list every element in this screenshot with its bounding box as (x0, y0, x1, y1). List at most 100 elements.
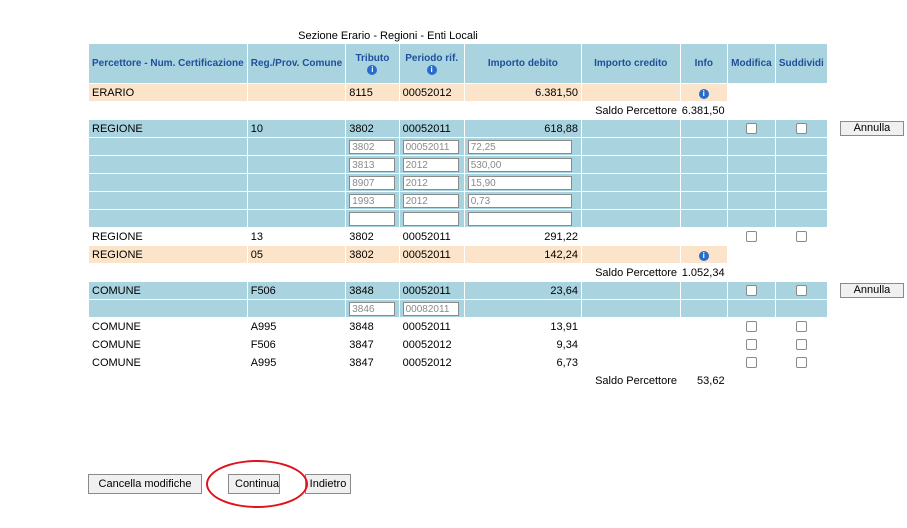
info-input[interactable] (679, 227, 729, 246)
cell-reg: A995 (246, 353, 347, 372)
cell-tributo: 3802 (345, 227, 400, 246)
header-tributo: Tributo i (345, 43, 400, 84)
table-row: REGIONE 05 3802 00052011 142,24 i (88, 245, 907, 264)
info-icon[interactable]: i (367, 64, 378, 75)
cell-reg: A995 (246, 317, 347, 336)
suddividi-checkbox[interactable] (795, 231, 807, 243)
saldo-row: Saldo Percettore 6.381,50 (88, 101, 907, 120)
saldo-label: Saldo Percettore (595, 266, 678, 279)
importo-input[interactable]: 0,73 (467, 193, 572, 208)
cell-tributo: 3802 (345, 119, 400, 138)
header-modifica: Modifica (727, 43, 776, 84)
cell-percettore: REGIONE (88, 119, 248, 138)
importo-input[interactable]: 72,25 (467, 139, 572, 154)
cell-debito: 9,34 (463, 335, 582, 354)
importo-credito-input[interactable] (580, 353, 681, 372)
saldo-value: 53,62 (697, 374, 725, 387)
cell-percettore: COMUNE (88, 281, 248, 300)
importo-credito-input[interactable] (580, 317, 681, 336)
info-input[interactable] (679, 353, 729, 372)
annulla-button[interactable]: Annulla (839, 121, 904, 136)
tributo-input[interactable]: 8907 (349, 175, 396, 190)
table-row: REGIONE 10 3802 00052011 618,88 Annulla (88, 119, 907, 138)
cell-credito (580, 83, 681, 102)
cell-reg: F506 (246, 281, 347, 300)
cell-tributo: 3847 (345, 353, 400, 372)
table-row: COMUNE F506 3848 00052011 23,64 Annulla (88, 281, 907, 300)
info-icon[interactable]: i (698, 88, 709, 99)
periodo-input[interactable]: 00082011 (402, 301, 459, 316)
modifica-checkbox[interactable] (746, 339, 758, 351)
table-row: COMUNE F506 3847 00052012 9,34 (88, 335, 907, 354)
suddividi-checkbox[interactable] (795, 123, 807, 135)
info-icon[interactable]: i (698, 250, 709, 261)
suddividi-checkbox[interactable] (795, 357, 807, 369)
cell-percettore: COMUNE (88, 353, 248, 372)
split-row: 3802 00052011 72,25 (88, 137, 907, 156)
cell-tributo: 3847 (345, 335, 400, 354)
section-title: Sezione Erario - Regioni - Enti Locali (298, 30, 478, 42)
periodo-input[interactable] (402, 211, 459, 226)
tributo-input[interactable]: 3802 (349, 139, 396, 154)
header-row: Percettore - Num. Certificazione Reg./Pr… (88, 43, 907, 84)
continua-button[interactable]: Continua (228, 474, 280, 494)
modifica-checkbox[interactable] (746, 357, 758, 369)
saldo-label: Saldo Percettore (595, 374, 678, 387)
tributo-input[interactable]: 3846 (349, 301, 396, 316)
table-row: ERARIO 8115 00052012 6.381,50 i (88, 83, 907, 102)
modifica-checkbox[interactable] (745, 285, 757, 297)
periodo-input[interactable]: 2012 (402, 157, 459, 172)
table-row: COMUNE A995 3848 00052011 13,91 (88, 317, 907, 336)
header-importo-debito: Importo debito (463, 43, 582, 84)
cell-periodo: 00052012 (398, 83, 465, 102)
tributo-input[interactable] (349, 211, 396, 226)
info-input[interactable] (679, 335, 729, 354)
modifica-checkbox[interactable] (746, 321, 758, 333)
cell-debito: 142,24 (463, 245, 582, 264)
header-reg-prov: Reg./Prov. Comune (246, 43, 347, 84)
tributo-input[interactable]: 1993 (349, 193, 396, 208)
modifica-checkbox[interactable] (746, 231, 758, 243)
periodo-input[interactable]: 2012 (402, 193, 459, 208)
tributo-input[interactable]: 3813 (349, 157, 396, 172)
header-suddividi: Suddividi (774, 43, 828, 84)
annulla-button[interactable]: Annulla (839, 283, 904, 298)
cancella-modifiche-button[interactable]: Cancella modifiche (88, 474, 202, 494)
importo-credito-input[interactable] (580, 227, 681, 246)
saldo-value: 1.052,34 (681, 266, 725, 279)
importo-input[interactable]: 530,00 (467, 157, 572, 172)
cell-percettore: COMUNE (88, 317, 248, 336)
suddividi-checkbox[interactable] (795, 321, 807, 333)
header-importo-credito: Importo credito (580, 43, 681, 84)
split-row: 1993 2012 0,73 (88, 191, 907, 210)
indietro-button[interactable]: Indietro (305, 474, 351, 494)
importo-input[interactable] (467, 211, 572, 226)
header-percettore: Percettore - Num. Certificazione (88, 43, 248, 84)
cell-reg: 13 (246, 227, 347, 246)
cell-debito: 291,22 (463, 227, 582, 246)
importo-input[interactable]: 15,90 (467, 175, 572, 190)
info-input[interactable] (679, 317, 729, 336)
cell-debito: 6.381,50 (463, 83, 582, 102)
cell-debito: 6,73 (463, 353, 582, 372)
cell-debito: 23,64 (463, 281, 582, 300)
periodo-input[interactable]: 00052011 (402, 139, 459, 154)
cell-debito: 13,91 (463, 317, 582, 336)
header-periodo: Periodo rif. i (398, 43, 465, 84)
suddividi-checkbox[interactable] (795, 285, 807, 297)
info-icon[interactable]: i (426, 64, 437, 75)
cell-tributo: 8115 (345, 83, 400, 102)
cell-tributo: 3848 (345, 317, 400, 336)
cell-percettore: ERARIO (88, 83, 248, 102)
suddividi-checkbox[interactable] (795, 339, 807, 351)
split-row: 8907 2012 15,90 (88, 173, 907, 192)
modifica-checkbox[interactable] (745, 123, 757, 135)
cell-tributo: 3802 (345, 245, 400, 264)
split-row (88, 209, 907, 228)
periodo-input[interactable]: 2012 (402, 175, 459, 190)
cell-credito (580, 245, 681, 264)
split-row: 3813 2012 530,00 (88, 155, 907, 174)
cell-credito (580, 119, 681, 138)
importo-credito-input[interactable] (580, 335, 681, 354)
cell-periodo: 00052011 (398, 317, 465, 336)
